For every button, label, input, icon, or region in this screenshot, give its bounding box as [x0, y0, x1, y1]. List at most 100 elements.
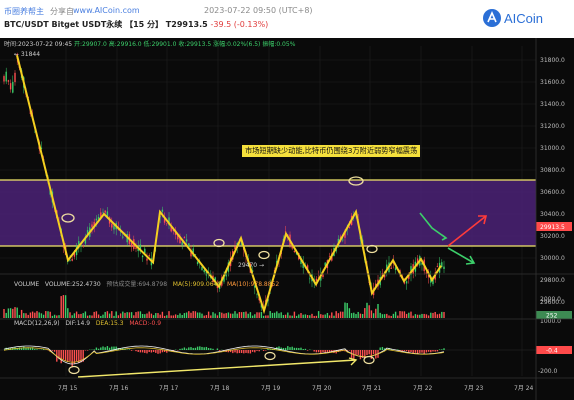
volume-bar [223, 313, 225, 318]
volume-bar [170, 315, 172, 318]
author-link[interactable]: 币圈养帮主 [4, 6, 44, 17]
macd-bar [436, 350, 439, 352]
macd-bar [256, 350, 258, 351]
volume-bar [421, 313, 423, 318]
volume-bar [80, 313, 82, 318]
candle-body [9, 83, 12, 90]
volume-bar [284, 314, 287, 318]
site-link[interactable]: www.AICoin.com [73, 6, 140, 15]
macd-bar [293, 347, 296, 350]
pair-title: BTC/USDT Bitget USDT永续 【15 分】 T29913.5 -… [4, 19, 268, 30]
volume-bar [163, 315, 166, 318]
time-tick: 7月 17 [159, 385, 179, 392]
volume-bar [40, 313, 43, 318]
price-tick: 31200.0 [540, 123, 565, 130]
volume-bar [144, 314, 146, 318]
macd-bar [218, 350, 221, 351]
volume-bar [317, 311, 320, 318]
macd-bar [291, 346, 293, 350]
ohlc-high: 高:29916.0 [108, 41, 142, 48]
macd-bar [51, 350, 54, 351]
volume-bar [240, 312, 243, 318]
volume-bar [14, 307, 16, 318]
macd-ellipse [68, 365, 80, 375]
candle-body [201, 266, 203, 271]
volume-bar [302, 314, 304, 318]
macd-bar [71, 350, 73, 368]
volume-bar [133, 315, 135, 318]
macd-bar [243, 350, 245, 354]
volume-bar [355, 313, 357, 318]
time-tick: 7月 20 [312, 385, 332, 392]
volume-bar [243, 312, 245, 318]
candle-body [405, 281, 408, 284]
volume-bar [73, 313, 76, 318]
volume-bar [104, 311, 106, 318]
volume-bar [214, 313, 216, 318]
macd-bar [262, 350, 265, 351]
volume-bar [388, 315, 390, 318]
volume-bar [130, 312, 133, 318]
candle-body [113, 225, 115, 230]
volume-bar [75, 311, 78, 318]
volume-bar [324, 314, 326, 318]
volume-bar [434, 311, 436, 318]
volume-bar [168, 311, 170, 318]
volume-title: VOLUME [14, 281, 40, 288]
share-label: 分享自 [50, 7, 74, 16]
macd-bar [304, 348, 307, 350]
candle-body [104, 210, 106, 213]
time-tick: 7月 15 [58, 385, 78, 392]
candle-body [196, 261, 199, 265]
volume-bar [438, 313, 441, 318]
volume-bar [71, 315, 73, 318]
volume-bar [124, 312, 126, 318]
price-tick: 30000.0 [540, 255, 565, 262]
macd-bar [34, 348, 36, 350]
macd-bar [302, 349, 304, 350]
ohlc-change: 涨幅:0.02%(6.5) [213, 41, 261, 48]
macd-bar [320, 350, 322, 354]
macd-bar [247, 350, 249, 354]
candle-body [161, 209, 164, 212]
volume-bar [344, 302, 346, 318]
volume-bar [229, 313, 232, 318]
macd-bar [419, 350, 421, 353]
macd-bar [317, 350, 320, 353]
candle-body [122, 236, 124, 238]
volume-bar [386, 313, 388, 318]
aicoin-logo: AICoin [482, 8, 562, 30]
macd-bar [295, 347, 298, 350]
pair-name: BTC/USDT Bitget USDT永续 [4, 20, 123, 29]
volume-bar [207, 311, 210, 318]
volume-bar [247, 313, 249, 318]
ohlc-time: 时间:2023-07-22 09:45 [4, 41, 73, 48]
macd-dif: DIF:14.9 [65, 320, 91, 327]
volume-bar [348, 308, 351, 318]
volume-bar [69, 312, 71, 318]
volume-bar [267, 315, 269, 318]
macd-bar [62, 350, 65, 360]
volume-bar [152, 315, 155, 318]
macd-bar [194, 347, 197, 350]
price-tick: 31600.0 [540, 79, 565, 86]
range-zone [0, 180, 536, 246]
macd-bar [289, 347, 291, 350]
macd-bar [443, 348, 445, 350]
volume-bar [335, 311, 337, 318]
volume-bar [122, 311, 124, 318]
macd-bar [102, 346, 104, 350]
volume-bar [201, 313, 203, 318]
candle-body [111, 223, 113, 228]
volume-bar [20, 309, 23, 318]
volume-bar [23, 313, 25, 318]
time-tick: 7月 24 [514, 385, 534, 392]
macd-bar [414, 350, 417, 353]
volume-bar [370, 310, 373, 318]
volume-bar [174, 314, 177, 318]
macd-bar [379, 347, 381, 350]
candle-body [181, 242, 183, 245]
chart-area[interactable]: 31800.0 31600.0 31400.0 31200.0 31000.0 30800… [0, 38, 574, 400]
macd-bar [69, 350, 71, 362]
volume-bar [177, 315, 179, 318]
